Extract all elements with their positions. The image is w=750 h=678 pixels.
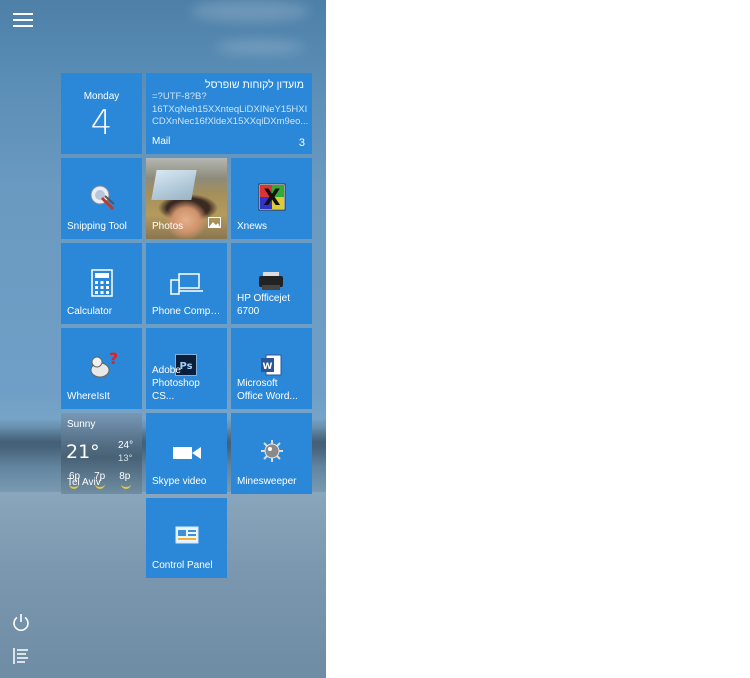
power-icon[interactable] xyxy=(10,611,32,633)
blank-area xyxy=(326,0,750,678)
tile-label: Phone Compa... xyxy=(152,306,221,317)
calendar-date: 4 xyxy=(90,103,113,143)
unread-count-badge: 3 xyxy=(298,137,305,149)
xnews-icon: X xyxy=(258,183,286,216)
tile-label: Microsoft Office Word... xyxy=(237,378,298,402)
tile-phone-companion[interactable]: Phone Compa... xyxy=(146,243,227,324)
mail-preview: =?UTF-8?B? 16TXqNeh15XXnteqLiDXINeY15HXI… xyxy=(152,91,308,129)
tile-photos[interactable]: Photos xyxy=(146,158,227,239)
weather-city: Tel Aviv xyxy=(67,477,101,488)
weather-condition: Sunny xyxy=(67,419,96,430)
tile-label: Skype video xyxy=(152,476,207,487)
weather-hour: 8p xyxy=(119,471,131,482)
tile-label: Calculator xyxy=(67,306,113,317)
sky-cloud xyxy=(215,40,305,54)
tile-minesweeper[interactable]: Minesweeper xyxy=(231,413,312,494)
tile-xnews[interactable]: X Xnews xyxy=(231,158,312,239)
mail-preview-line: 16TXqNeh15XXnteqLiDXINeY15HXI xyxy=(152,103,308,115)
phone-companion-icon xyxy=(169,273,204,300)
tile-label: HP Officejet 6700 xyxy=(237,293,290,317)
mail-preview-line: =?UTF-8?B? xyxy=(152,91,207,102)
tile-label: WhereIsIt xyxy=(67,391,110,402)
weather-high: 24° xyxy=(118,440,134,451)
tile-label: Mail xyxy=(152,136,171,147)
tile-mail[interactable]: מועדון לקוחות שופרסל =?UTF-8?B? 16TXqNeh… xyxy=(146,73,312,154)
start-menu: Monday 4 מועדון לקוחות שופרסל =?UTF-8?B?… xyxy=(0,0,326,678)
svg-text:W: W xyxy=(263,362,273,372)
tile-word[interactable]: W Microsoft Office Word... xyxy=(231,328,312,409)
hamburger-menu-icon[interactable] xyxy=(13,12,33,28)
mine-icon xyxy=(260,439,284,468)
tile-skype-video[interactable]: Skype video xyxy=(146,413,227,494)
whereisit-icon: ? xyxy=(87,349,118,385)
photo-window xyxy=(151,170,197,200)
calendar-day: Monday xyxy=(83,91,120,102)
control-panel-icon xyxy=(175,526,199,551)
photos-icon xyxy=(208,215,221,233)
tile-snipping-tool[interactable]: Snipping Tool xyxy=(61,158,142,239)
tile-label: Control Panel xyxy=(152,560,213,571)
svg-text:X: X xyxy=(263,186,280,211)
weather-temperature: 21° xyxy=(66,441,100,463)
calculator-icon xyxy=(90,269,113,302)
tile-label: Minesweeper xyxy=(237,476,297,487)
tile-calendar[interactable]: Monday 4 xyxy=(61,73,142,154)
tile-label: Xnews xyxy=(237,221,268,232)
tile-label: Photos xyxy=(152,221,184,232)
tile-whereisit[interactable]: ? WhereIsIt xyxy=(61,328,142,409)
svg-text:?: ? xyxy=(109,350,117,368)
all-apps-list-icon[interactable] xyxy=(10,645,32,667)
tile-hp-officejet[interactable]: HP Officejet 6700 xyxy=(231,243,312,324)
tile-weather[interactable]: Sunny 21° 24° 13° 6p 7p 8p Tel Aviv xyxy=(61,413,142,494)
sky-cloud xyxy=(190,0,310,22)
snipping-tool-icon xyxy=(87,182,117,217)
mail-preview-line: CDXnNec16fXldeX15XXqiDXm9eo... xyxy=(152,116,308,127)
tile-label: Snipping Tool xyxy=(67,221,127,232)
tile-calculator[interactable]: Calculator xyxy=(61,243,142,324)
mail-subject: מועדון לקוחות שופרסל xyxy=(205,79,304,91)
tile-photoshop[interactable]: Ps Adobe Photoshop CS... xyxy=(146,328,227,409)
weather-low: 13° xyxy=(118,453,133,464)
tile-label: Adobe Photoshop CS... xyxy=(152,365,200,402)
tile-control-panel[interactable]: Control Panel xyxy=(146,498,227,578)
video-camera-icon xyxy=(172,445,202,466)
